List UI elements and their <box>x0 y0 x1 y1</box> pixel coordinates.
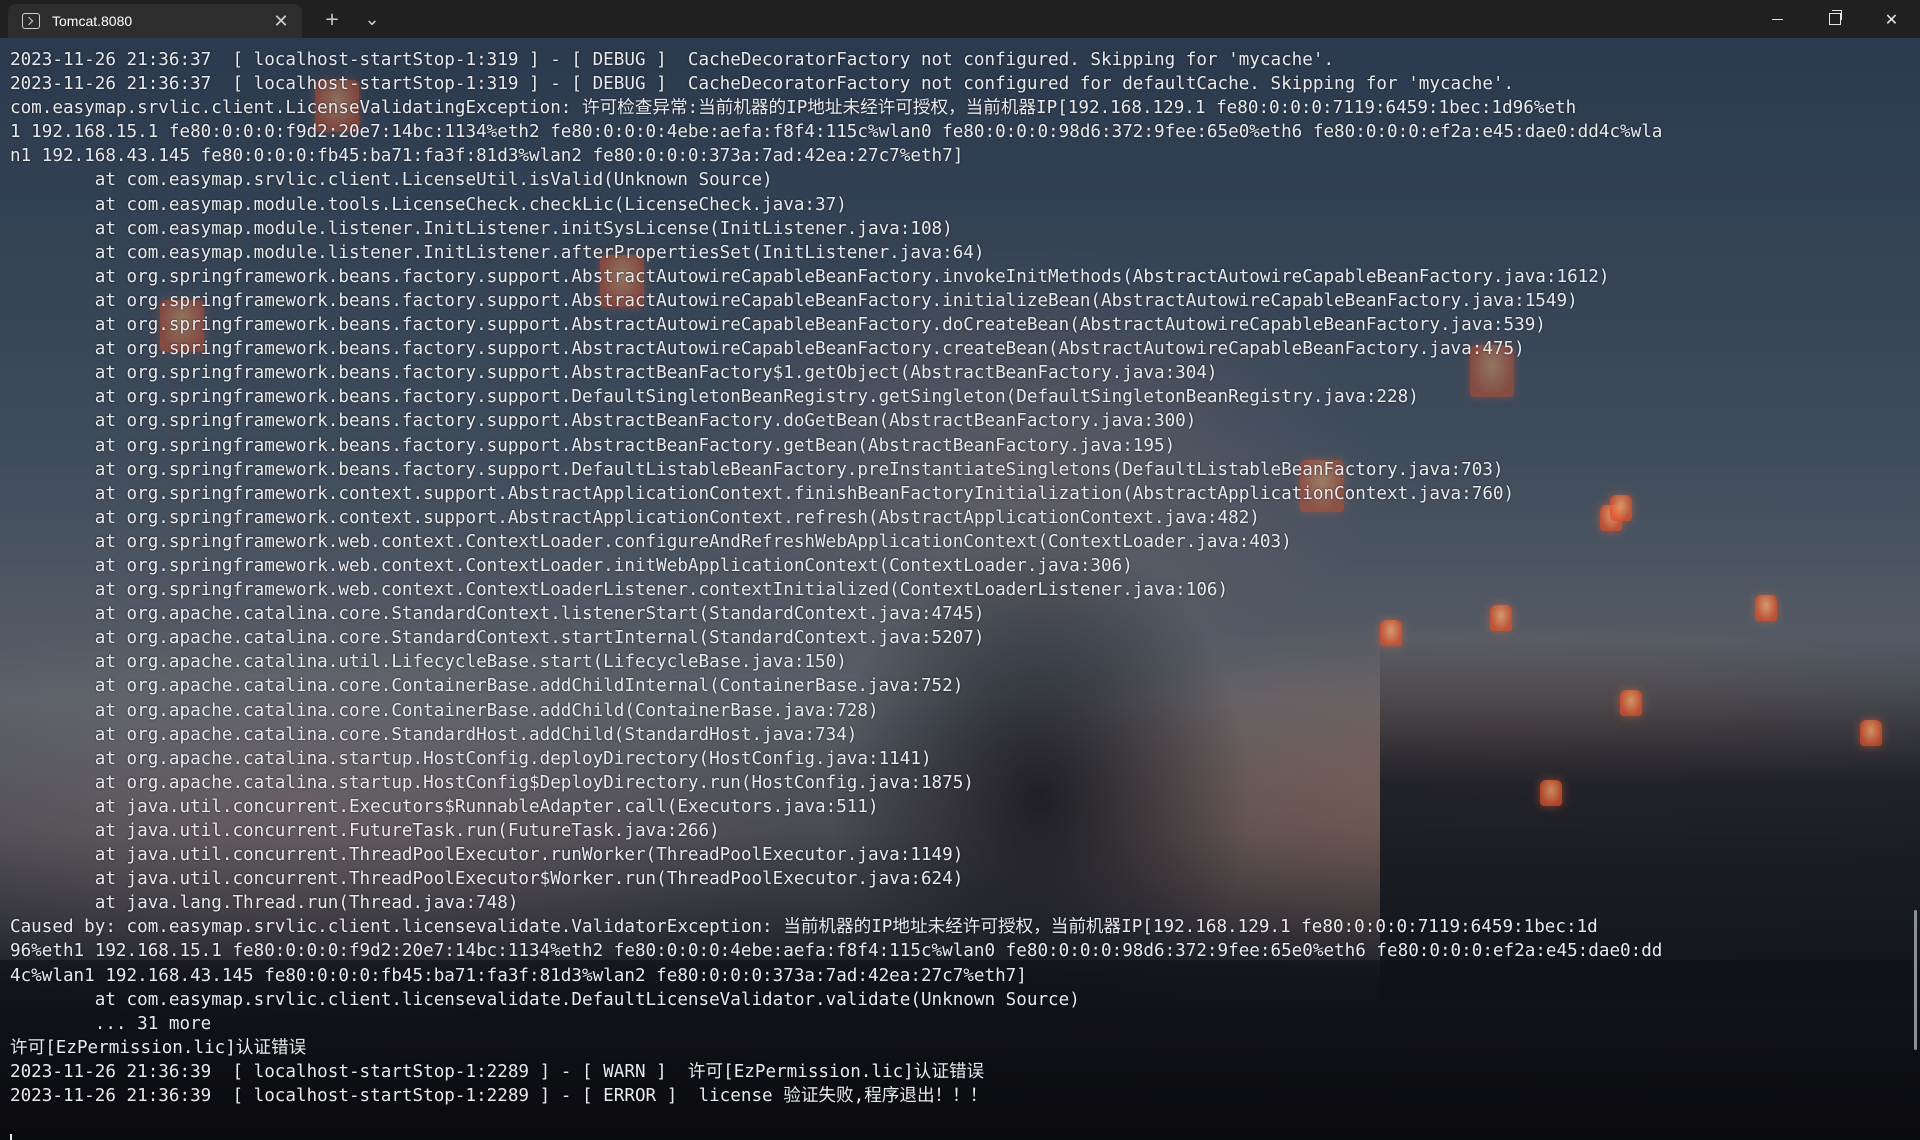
restore-button[interactable] <box>1806 0 1863 38</box>
log-line: 1 192.168.15.1 fe80:0:0:0:f9d2:20e7:14bc… <box>10 122 1663 143</box>
tab-tomcat[interactable]: Tomcat.8080 ✕ <box>8 4 302 38</box>
log-line: at org.springframework.beans.factory.sup… <box>10 266 1610 287</box>
log-line: at com.easymap.srvlic.client.LicenseUtil… <box>10 170 773 191</box>
terminal-window: Tomcat.8080 ✕ + ⌄ ✕ 2023-11-26 21:36:37 … <box>0 0 1920 1140</box>
log-line: at org.apache.catalina.core.StandardCont… <box>10 628 985 649</box>
log-line: at java.util.concurrent.ThreadPoolExecut… <box>10 869 964 890</box>
log-line: 2023-11-26 21:36:37 [ localhost-startSto… <box>10 50 1335 70</box>
log-line: ... 31 more <box>10 1013 212 1034</box>
log-line: at org.apache.catalina.startup.HostConfi… <box>10 772 974 793</box>
log-line: at com.easymap.module.listener.InitListe… <box>10 218 953 239</box>
minimize-button[interactable] <box>1749 0 1806 38</box>
minimize-icon <box>1772 18 1783 20</box>
log-line: 2023-11-26 21:36:39 [ localhost-startSto… <box>10 1086 988 1107</box>
log-line: at org.springframework.beans.factory.sup… <box>10 315 1546 336</box>
log-line: at com.easymap.module.listener.InitListe… <box>10 242 985 263</box>
log-line: at org.apache.catalina.core.StandardCont… <box>10 604 985 625</box>
log-line: at org.springframework.beans.factory.sup… <box>10 435 1176 456</box>
log-line: 96%eth1 192.168.15.1 fe80:0:0:0:f9d2:20e… <box>10 941 1663 962</box>
log-line: at org.springframework.beans.factory.sup… <box>10 290 1578 311</box>
log-line: com.easymap.srvlic.client.LicenseValidat… <box>10 98 1577 119</box>
log-line: 2023-11-26 21:36:39 [ localhost-startSto… <box>10 1061 985 1082</box>
log-line: at org.springframework.beans.factory.sup… <box>10 339 1525 360</box>
tab-title: Tomcat.8080 <box>52 13 133 29</box>
close-window-button[interactable]: ✕ <box>1863 0 1920 38</box>
log-line: at org.springframework.web.context.Conte… <box>10 531 1292 552</box>
log-line: 2023-11-26 21:36:37 [ localhost-startSto… <box>10 74 1515 95</box>
log-line: at org.springframework.beans.factory.sup… <box>10 363 1218 384</box>
tab-close-button[interactable]: ✕ <box>266 7 296 35</box>
log-line: at org.springframework.web.context.Conte… <box>10 580 1229 601</box>
log-line: at org.springframework.beans.factory.sup… <box>10 387 1419 408</box>
log-line: at org.springframework.context.support.A… <box>10 483 1515 504</box>
scrollbar[interactable] <box>1914 910 1917 1050</box>
new-tab-button[interactable]: + <box>312 0 352 38</box>
log-line: at com.easymap.srvlic.client.licensevali… <box>10 989 1080 1010</box>
log-line: at org.apache.catalina.startup.HostConfi… <box>10 748 932 769</box>
title-bar-drag-area[interactable] <box>392 0 1749 38</box>
log-line: at org.apache.catalina.util.LifecycleBas… <box>10 652 847 673</box>
restore-icon <box>1828 10 1842 25</box>
log-line: at org.springframework.beans.factory.sup… <box>10 459 1504 480</box>
log-line: at org.springframework.beans.factory.sup… <box>10 411 1197 432</box>
log-line: Caused by: com.easymap.srvlic.client.lic… <box>10 917 1598 938</box>
log-line: 许可[EzPermission.lic]认证错误 <box>10 1037 307 1058</box>
log-line: at org.apache.catalina.core.ContainerBas… <box>10 676 964 697</box>
terminal-icon <box>22 13 40 29</box>
log-line: 4c%wlan1 192.168.43.145 fe80:0:0:0:fb45:… <box>10 965 1027 986</box>
log-line: at java.util.concurrent.Executors$Runnab… <box>10 796 879 817</box>
log-line: at org.apache.catalina.core.ContainerBas… <box>10 700 879 721</box>
log-line: at org.apache.catalina.core.StandardHost… <box>10 724 858 745</box>
terminal-output[interactable]: 2023-11-26 21:36:37 [ localhost-startSto… <box>0 38 1920 1140</box>
title-bar: Tomcat.8080 ✕ + ⌄ ✕ <box>0 0 1920 38</box>
log-line: n1 192.168.43.145 fe80:0:0:0:fb45:ba71:f… <box>10 146 964 167</box>
tab-dropdown-button[interactable]: ⌄ <box>352 0 392 38</box>
log-line: at com.easymap.module.tools.LicenseCheck… <box>10 194 847 215</box>
text-cursor <box>10 1134 12 1140</box>
log-line: at java.util.concurrent.ThreadPoolExecut… <box>10 845 964 866</box>
log-line: at java.lang.Thread.run(Thread.java:748) <box>10 893 519 914</box>
log-line: at org.springframework.context.support.A… <box>10 507 1260 528</box>
log-line: at org.springframework.web.context.Conte… <box>10 555 1133 576</box>
log-line: at java.util.concurrent.FutureTask.run(F… <box>10 821 720 841</box>
